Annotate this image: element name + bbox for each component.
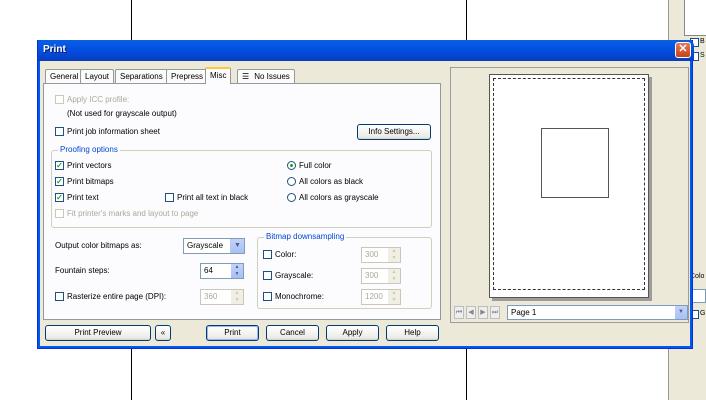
all-colors-black-radio[interactable] (287, 177, 296, 186)
tab-general[interactable]: General (45, 69, 84, 83)
tab-misc[interactable]: Misc (205, 67, 232, 84)
print-vectors-checkbox[interactable]: ✓ (55, 161, 64, 170)
all-colors-grayscale-label: All colors as grayscale (299, 193, 379, 202)
print-dialog: Print ✕ General Layout Separations Prepr… (37, 40, 694, 349)
print-text-label: Print text (67, 193, 99, 202)
downsample-monochrome-spinner[interactable]: 1200 ▲ ▼ (361, 289, 401, 305)
rasterize-label: Rasterize entire page (DPI): (67, 292, 167, 301)
full-color-radio[interactable] (287, 161, 296, 170)
page-select[interactable]: Page 1 ▼ (507, 305, 688, 320)
print-bitmaps-label: Print bitmaps (67, 177, 114, 186)
chevron-down-icon: ▼ (675, 306, 687, 319)
dialog-title: Print (43, 44, 66, 55)
fountain-steps-spinner[interactable]: 64 ▲ ▼ (200, 263, 244, 279)
page-select-value: Page 1 (511, 308, 537, 317)
print-vectors-label: Print vectors (67, 161, 112, 170)
downsample-grayscale-label: Grayscale: (275, 271, 314, 280)
fountain-steps-value: 64 (204, 266, 213, 275)
proofing-options-title: Proofing options (58, 145, 120, 155)
background-docker-frame (684, 0, 706, 36)
downsample-grayscale-spinner[interactable]: 300 ▲ ▼ (361, 268, 401, 284)
collapse-preview-button[interactable]: « (155, 325, 171, 341)
dialog-titlebar[interactable]: Print ✕ (38, 40, 694, 61)
tab-misc-label: Misc (210, 71, 227, 80)
downsample-color-label: Color: (275, 250, 297, 259)
print-job-info-label: Print job information sheet (67, 127, 160, 136)
print-text-checkbox[interactable]: ✓ (55, 193, 64, 202)
preview-object (541, 128, 609, 198)
chevron-down-icon: ▼ (230, 239, 244, 253)
prev-page-button[interactable]: ◀ (466, 306, 476, 319)
misc-tab-panel: Apply ICC profile: (Not used for graysca… (43, 83, 441, 320)
last-page-button[interactable]: ⏭ (490, 306, 500, 319)
first-page-button[interactable]: ⏮ (454, 306, 464, 319)
all-colors-grayscale-radio[interactable] (287, 193, 296, 202)
spinner-arrows-icon[interactable]: ▲ ▼ (388, 290, 400, 304)
tab-general-label: General (50, 72, 79, 81)
full-color-label: Full color (299, 161, 332, 170)
output-bitmaps-select[interactable]: Grayscale ▼ (183, 238, 245, 254)
preview-page (489, 74, 649, 298)
first-page-icon: ⏮ (455, 309, 463, 316)
background-checkbox-3-label: G (700, 310, 706, 317)
info-settings-button[interactable]: Info Settings... (357, 124, 431, 140)
print-job-info-checkbox[interactable] (55, 127, 64, 136)
tab-prepress-label: Prepress (171, 72, 204, 81)
background-checkbox-2-label: S (700, 52, 705, 59)
print-button[interactable]: Print (206, 325, 259, 341)
page-navigation: ⏮ ◀ ▶ ⏭ Page 1 ▼ (454, 305, 688, 320)
issues-icon: ☰ (242, 72, 250, 81)
rasterize-dpi-value: 360 (204, 292, 218, 301)
tab-layout[interactable]: Layout (80, 69, 115, 83)
background-color-box[interactable] (692, 289, 706, 303)
spinner-arrows-icon[interactable]: ▲ ▼ (388, 269, 400, 283)
tab-no-issues[interactable]: ☰ No Issues (237, 69, 295, 83)
output-bitmaps-value: Grayscale (187, 241, 224, 250)
all-colors-black-label: All colors as black (299, 177, 364, 186)
spinner-arrows-icon[interactable]: ▲ ▼ (231, 264, 243, 278)
apply-icc-checkbox[interactable] (55, 95, 64, 104)
fountain-steps-label: Fountain steps: (55, 266, 110, 275)
close-icon: ✕ (678, 43, 688, 55)
downsample-monochrome-value: 1200 (365, 292, 383, 301)
downsample-monochrome-label: Monochrome: (275, 292, 324, 301)
downsample-grayscale-checkbox[interactable] (263, 271, 272, 280)
next-page-icon: ▶ (480, 309, 486, 316)
print-bitmaps-checkbox[interactable]: ✓ (55, 177, 64, 186)
tab-separations-label: Separations (120, 72, 163, 81)
bitmap-downsampling-title: Bitmap downsampling (264, 232, 347, 242)
tab-no-issues-label: No Issues (254, 72, 290, 81)
prev-page-icon: ◀ (468, 309, 474, 316)
print-preview-pane: ⏮ ◀ ▶ ⏭ Page 1 ▼ (450, 67, 689, 323)
background-checkbox-1-label: B (700, 38, 705, 45)
spinner-arrows-icon[interactable]: ▲ ▼ (231, 290, 243, 304)
print-preview-button[interactable]: Print Preview (45, 325, 151, 341)
help-button[interactable]: Help (386, 325, 439, 341)
close-button[interactable]: ✕ (675, 42, 691, 58)
tab-layout-label: Layout (85, 72, 110, 81)
downsample-color-spinner[interactable]: 300 ▲ ▼ (361, 247, 401, 263)
print-all-text-black-label: Print all text in black (177, 193, 249, 202)
apply-icc-label: Apply ICC profile: (67, 95, 130, 104)
collapse-icon: « (160, 328, 166, 337)
downsample-monochrome-checkbox[interactable] (263, 292, 272, 301)
icc-note: (Not used for grayscale output) (67, 109, 177, 118)
tab-separations[interactable]: Separations (115, 69, 168, 83)
rasterize-checkbox[interactable] (55, 292, 64, 301)
tab-prepress[interactable]: Prepress (166, 69, 209, 83)
rasterize-dpi-spinner[interactable]: 360 ▲ ▼ (200, 289, 244, 305)
apply-button[interactable]: Apply (326, 325, 379, 341)
spinner-arrows-icon[interactable]: ▲ ▼ (388, 248, 400, 262)
downsample-color-checkbox[interactable] (263, 250, 272, 259)
next-page-button[interactable]: ▶ (478, 306, 488, 319)
cancel-button[interactable]: Cancel (266, 325, 319, 341)
downsample-grayscale-value: 300 (365, 271, 379, 280)
output-bitmaps-label: Output color bitmaps as: (55, 241, 142, 250)
last-page-icon: ⏭ (491, 309, 499, 316)
downsample-color-value: 300 (365, 250, 379, 259)
fit-marks-label: Fit printer's marks and layout to page (67, 209, 199, 218)
fit-marks-checkbox[interactable] (55, 209, 64, 218)
print-all-text-black-checkbox[interactable] (165, 193, 174, 202)
